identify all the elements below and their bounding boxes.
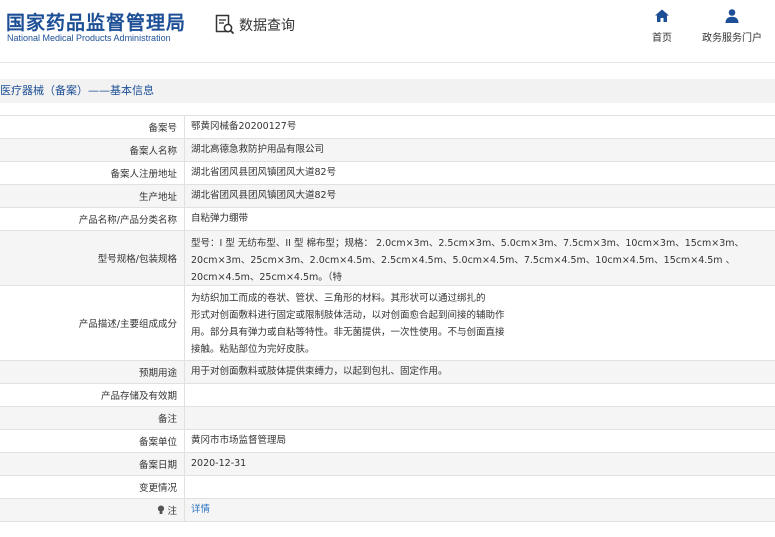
breadcrumb: 医疗器械（备案）——基本信息 (0, 79, 775, 103)
row-label: 产品名称/产品分类名称 (0, 208, 185, 230)
nav-home-label: 首页 (652, 33, 672, 44)
row-value-line: 为纺织加工而成的卷状、管状、三角形的材料。其形状可以通过绑扎的 (191, 293, 486, 304)
table-row: 备案人名称 湖北高德急救防护用品有限公司 (0, 139, 775, 162)
row-value: 湖北省团风县团风镇团风大道82号 (185, 185, 775, 207)
row-value-line: 形式对创面敷料进行固定或限制肢体活动，以对创面愈合起到间接的辅助作 (191, 310, 505, 321)
home-icon (655, 9, 669, 22)
table-row: 变更情况 (0, 476, 775, 499)
row-label: 预期用途 (0, 361, 185, 383)
row-value: 用于对创面敷料或肢体提供束缚力，以起到包扎、固定作用。 (185, 361, 775, 383)
row-label: 备案单位 (0, 430, 185, 452)
row-value: 为纺织加工而成的卷状、管状、三角形的材料。其形状可以通过绑扎的 形式对创面敷料进… (185, 286, 775, 360)
row-label: 备案人名称 (0, 139, 185, 161)
row-value-line: 用。部分具有弹力或自粘等特性。非无菌提供，一次性使用。不与创面直接 (191, 327, 505, 338)
data-query-label: 数据查询 (239, 18, 295, 34)
table-row: 备案单位 黄冈市市场监督管理局 (0, 430, 775, 453)
row-value: 湖北省团风县团风镇团风大道82号 (191, 167, 337, 178)
document-search-icon (215, 14, 235, 35)
table-row: 备案号 鄂黄冈械备20200127号 (0, 116, 775, 139)
row-label: 变更情况 (0, 476, 185, 498)
site-header: 国家药品监督管理局 National Medical Products Admi… (0, 0, 775, 62)
table-row: 预期用途 用于对创面敷料或肢体提供束缚力，以起到包扎、固定作用。 (0, 361, 775, 384)
row-label: 注 (0, 499, 185, 521)
table-row: 生产地址 湖北省团风县团风镇团风大道82号 (0, 185, 775, 208)
table-row: 备案人注册地址 湖北省团风县团风镇团风大道82号 (0, 162, 775, 185)
table-row: 备注 (0, 407, 775, 430)
table-row: 产品描述/主要组成成分 为纺织加工而成的卷状、管状、三角形的材料。其形状可以通过… (0, 286, 775, 361)
row-value: 黄冈市市场监督管理局 (191, 435, 287, 446)
row-label: 产品存储及有效期 (0, 384, 185, 406)
row-value: 自粘弹力绷带 (191, 213, 249, 224)
nav-home[interactable]: 首页 (622, 8, 702, 44)
nav-service-portal-label: 政务服务门户 (702, 33, 762, 44)
row-label-text: 注 (167, 506, 177, 517)
row-value: 湖北高德急救防护用品有限公司 (185, 139, 775, 161)
row-label: 产品描述/主要组成成分 (0, 286, 185, 360)
row-value (185, 407, 775, 429)
table-row: 型号规格/包装规格 型号：I 型 无纺布型、II 型 棉布型；规格： 2.0cm… (0, 231, 775, 286)
table-row: 产品存储及有效期 (0, 384, 775, 407)
user-icon (725, 9, 739, 23)
row-value-line: 接触。粘贴部位为完好皮肤。 (191, 344, 315, 355)
row-label: 型号规格/包装规格 (0, 231, 185, 285)
info-table: 备案号 鄂黄冈械备20200127号 备案人名称 湖北高德急救防护用品有限公司 … (0, 115, 775, 522)
row-label: 生产地址 (0, 185, 185, 207)
table-row: 备案日期 2020-12-31 (0, 453, 775, 476)
data-query-link[interactable]: 数据查询 (215, 13, 295, 37)
row-label: 备注 (0, 407, 185, 429)
row-value: 型号：I 型 无纺布型、II 型 棉布型；规格： 2.0cm×3m、2.5cm×… (185, 231, 775, 285)
details-link[interactable]: 详情 (185, 499, 775, 521)
lightbulb-icon (158, 505, 165, 514)
nav-service-portal[interactable]: 政务服务门户 (692, 8, 772, 44)
row-label: 备案号 (0, 116, 185, 138)
row-value: 2020-12-31 (185, 453, 775, 475)
row-label: 备案日期 (0, 453, 185, 475)
header-divider (0, 62, 775, 63)
table-row: 产品名称/产品分类名称 自粘弹力绷带 (0, 208, 775, 231)
site-logo-cn[interactable]: 国家药品监督管理局 (6, 8, 186, 35)
site-logo-en[interactable]: National Medical Products Administration (7, 33, 171, 43)
row-value (185, 476, 775, 498)
table-row: 注 详情 (0, 499, 775, 522)
row-value: 鄂黄冈械备20200127号 (191, 121, 297, 132)
row-value (185, 384, 775, 406)
row-label: 备案人注册地址 (0, 162, 185, 184)
